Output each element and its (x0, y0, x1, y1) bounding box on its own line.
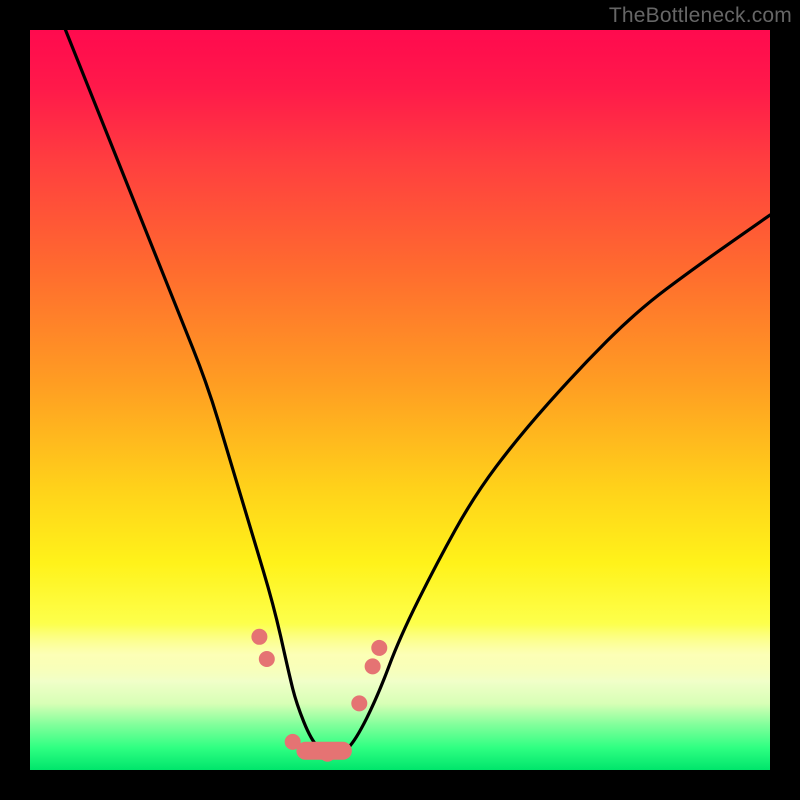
highlight-dot (251, 629, 267, 645)
chart-svg (30, 30, 770, 770)
chart-container: TheBottleneck.com (0, 0, 800, 800)
highlight-dot (351, 695, 367, 711)
highlight-dot (365, 658, 381, 674)
plot-area (30, 30, 770, 770)
highlight-pills-group (251, 629, 387, 762)
highlight-dot (371, 640, 387, 656)
bottleneck-curve-path (60, 30, 770, 755)
watermark-text: TheBottleneck.com (609, 4, 792, 28)
highlight-dot (319, 746, 335, 762)
highlight-dot (285, 734, 301, 750)
highlight-dot (259, 651, 275, 667)
